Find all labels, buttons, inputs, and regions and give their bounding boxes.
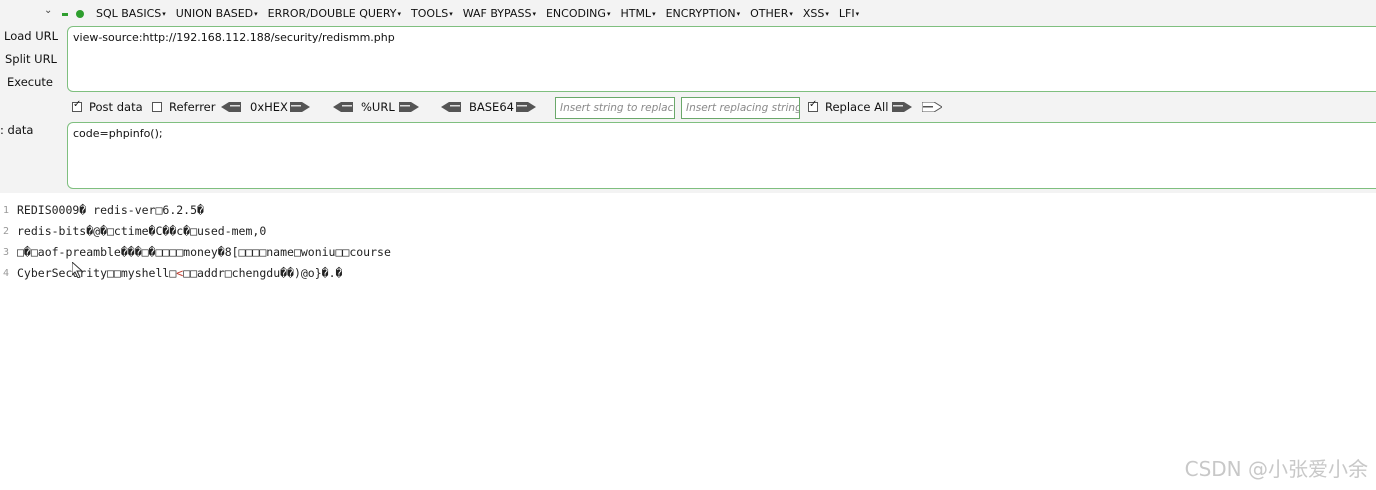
base64-label: BASE64: [469, 100, 514, 114]
replace-all-checkbox[interactable]: [808, 99, 818, 112]
menu-bar: ⌄ SQL BASICS▾ UNION BASED▾ ERROR/DOUBLE …: [0, 4, 1376, 24]
replace-back-arrow-icon[interactable]: [922, 102, 942, 112]
menu-encryption[interactable]: ENCRYPTION▾: [666, 7, 741, 20]
watermark: CSDN @小张爱小余: [1184, 457, 1368, 481]
hackbar-panel: ⌄ SQL BASICS▾ UNION BASED▾ ERROR/DOUBLE …: [0, 0, 1376, 193]
menu-html[interactable]: HTML▾: [620, 7, 655, 20]
menu-other[interactable]: OTHER▾: [750, 7, 793, 20]
line-number: 3: [3, 247, 10, 258]
menu-union-based[interactable]: UNION BASED▾: [176, 7, 258, 20]
menu-tools[interactable]: TOOLS▾: [411, 7, 453, 20]
url-textarea[interactable]: view-source:http://192.168.112.188/secur…: [67, 26, 1376, 92]
hex-decode-arrow-icon[interactable]: [221, 102, 241, 112]
url-decode-arrow-icon[interactable]: [333, 102, 353, 112]
line-number: 2: [3, 226, 10, 237]
replace-all-label: Replace All: [825, 100, 889, 114]
execute-button[interactable]: Execute: [7, 75, 53, 89]
post-data-side-label: : data: [0, 123, 34, 137]
menu-encoding[interactable]: ENCODING▾: [546, 7, 611, 20]
menu-sql-basics[interactable]: SQL BASICS▾: [96, 7, 166, 20]
line-text: CyberSecurity□□myshell□<□□addr□chengdu��…: [17, 266, 343, 280]
url-value: view-source:http://192.168.112.188/secur…: [73, 31, 395, 44]
replacing-string-input[interactable]: Insert replacing string: [681, 97, 800, 119]
referrer-label: Referrer: [169, 100, 216, 114]
plus-icon[interactable]: [76, 10, 84, 18]
hex-label: 0xHEX: [250, 100, 288, 114]
menu-error-double-query[interactable]: ERROR/DOUBLE QUERY▾: [268, 7, 401, 20]
minus-icon[interactable]: [62, 13, 68, 16]
line-text: REDIS0009� redis-ver□6.2.5�: [17, 203, 204, 217]
post-data-label: Post data: [89, 100, 143, 114]
line-number: 4: [3, 268, 10, 279]
load-url-button[interactable]: Load URL: [4, 29, 58, 43]
options-toolbar: Post data Referrer 0xHEX %URL BASE64 Ins…: [0, 97, 1376, 119]
hex-encode-arrow-icon[interactable]: [290, 102, 310, 112]
base64-encode-arrow-icon[interactable]: [516, 102, 536, 112]
menu-items: SQL BASICS▾ UNION BASED▾ ERROR/DOUBLE QU…: [96, 7, 869, 20]
line-text: redis-bits�@�□ctime�C��c�□used-mem,0: [17, 224, 267, 238]
replace-arrow-icon[interactable]: [892, 102, 912, 112]
mouse-cursor-icon: [72, 262, 84, 278]
referrer-checkbox[interactable]: [152, 102, 162, 112]
insert-string-input[interactable]: Insert string to replace: [555, 97, 675, 119]
base64-decode-arrow-icon[interactable]: [441, 102, 461, 112]
menu-xss[interactable]: XSS▾: [803, 7, 829, 20]
post-data-value: code=phpinfo();: [73, 127, 163, 140]
url-encode-arrow-icon[interactable]: [399, 102, 419, 112]
url-encode-label: %URL: [361, 100, 395, 114]
chevron-down-icon[interactable]: ⌄: [44, 5, 52, 16]
menu-waf-bypass[interactable]: WAF BYPASS▾: [463, 7, 536, 20]
line-text: □�□aof-preamble���□�□□□□money�8[□□□□name…: [17, 245, 391, 259]
split-url-button[interactable]: Split URL: [5, 52, 57, 66]
menu-lfi[interactable]: LFI▾: [839, 7, 859, 20]
line-number: 1: [3, 205, 10, 216]
post-data-textarea[interactable]: code=phpinfo();: [67, 122, 1376, 189]
post-data-checkbox[interactable]: [72, 99, 82, 112]
